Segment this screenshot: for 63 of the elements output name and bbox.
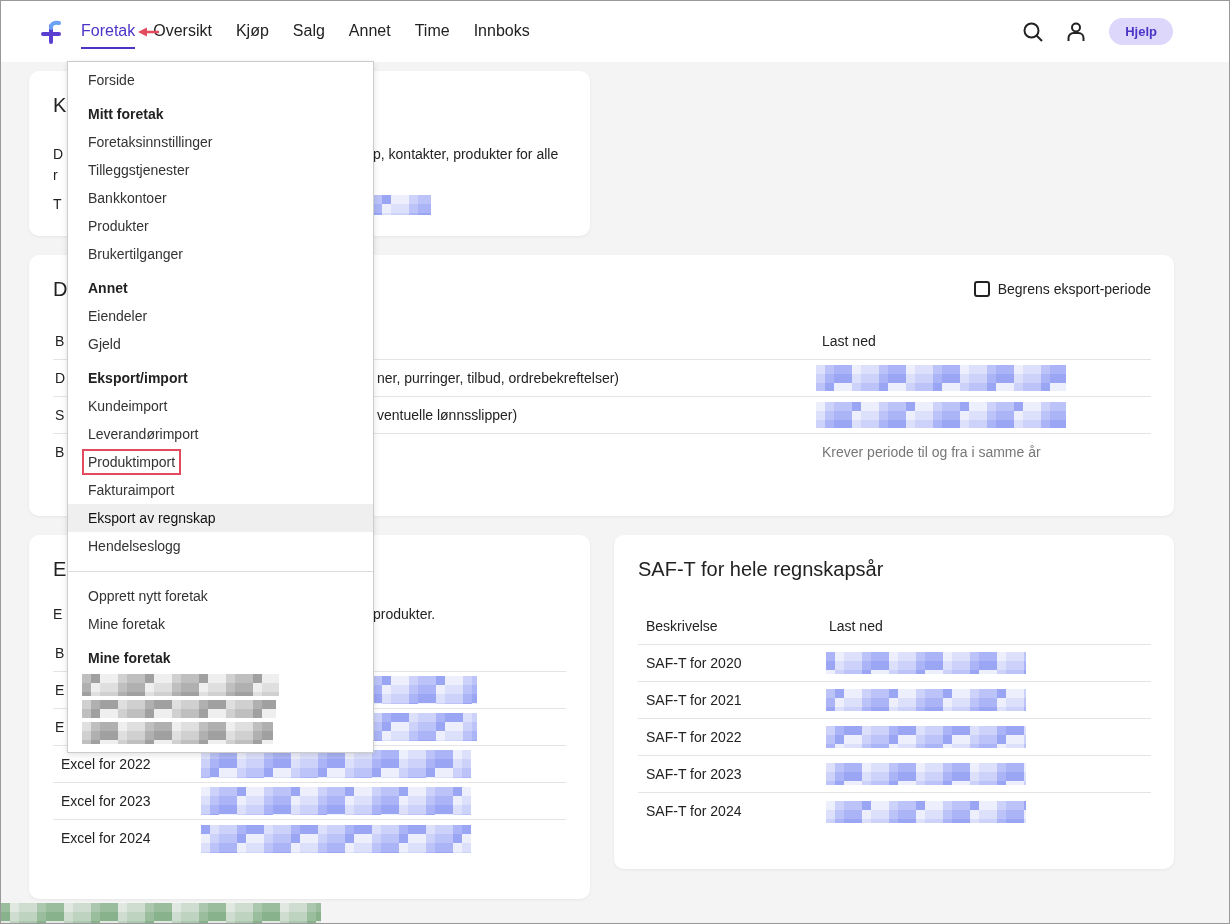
menu-item[interactable]: Eksport av regnskap: [68, 504, 373, 532]
menu-item[interactable]: Eiendeler: [68, 302, 373, 330]
table-cell: S: [55, 406, 65, 423]
checkbox[interactable]: [973, 281, 990, 297]
menu-item[interactable]: Foretaksinnstillinger: [68, 128, 373, 156]
menu-item[interactable]: Fakturaimport: [68, 476, 373, 504]
table-cell-text: SAF-T for 2023: [645, 764, 743, 784]
text-fragment: D: [53, 145, 64, 164]
table-cell-text: SAF-T for 2022: [645, 727, 743, 747]
text-fragment: p, kontakter, produkter for alle: [373, 145, 559, 164]
user-icon[interactable]: [1067, 21, 1086, 42]
card-title: D: [53, 277, 68, 301]
table-cell: B: [55, 444, 65, 460]
menu-item[interactable]: Bankkontoer: [68, 184, 373, 212]
column-header: B: [55, 332, 65, 349]
nav-tab[interactable]: Innboks: [473, 14, 530, 49]
menu-heading: Mitt foretak: [87, 105, 165, 124]
nav-tab[interactable]: Kjøp: [235, 14, 269, 49]
table-cell-text: ner, purringer, tilbud, ordrebekreftelser): [377, 368, 619, 388]
help-button[interactable]: Hjelp: [1109, 17, 1173, 46]
menu-heading: Annet: [87, 279, 129, 298]
menu-item[interactable]: Gjeld: [68, 330, 373, 358]
card-title: K: [53, 93, 67, 117]
text-fragment: T: [53, 195, 62, 214]
menu-item[interactable]: Mine foretak: [68, 610, 373, 638]
menu-item[interactable]: Produkter: [68, 212, 373, 240]
column-header: Last ned: [828, 616, 883, 636]
checkbox-label: Begrens eksport-periode: [997, 279, 1151, 299]
table-cell: Excel for 2022: [61, 755, 151, 772]
menu-item[interactable]: Leverandørimport: [68, 420, 373, 448]
text-fragment: r: [53, 166, 58, 185]
table-cell-text: Krever periode til og fra i samme år: [821, 444, 1041, 460]
search-icon[interactable]: [1023, 21, 1044, 42]
card-title: E: [53, 557, 67, 581]
menu-heading: Eksport/import: [87, 369, 189, 388]
table-cell: D: [55, 369, 66, 386]
menu-item[interactable]: Produktimport: [68, 448, 373, 476]
table-cell-text: SAF-T for 2021: [645, 690, 743, 710]
menu-item[interactable]: Tilleggstjenester: [68, 156, 373, 184]
nav-tab[interactable]: Annet: [348, 14, 391, 49]
menu-item[interactable]: Kundeimport: [68, 392, 373, 420]
menu-item[interactable]: Hendelseslogg: [68, 532, 373, 560]
nav-tab[interactable]: Foretak: [81, 14, 136, 49]
column-header: Last ned: [821, 331, 876, 351]
text-fragment: E: [53, 605, 63, 624]
table-cell: E: [55, 681, 65, 698]
menu-heading: Mine foretak: [87, 649, 172, 668]
nav-tab[interactable]: Salg: [292, 14, 325, 49]
card-title: SAF-T for hele regnskapsår: [638, 557, 884, 581]
table-cell-text: SAF-T for 2020: [645, 653, 743, 673]
table-cell: E: [55, 718, 65, 735]
column-header: B: [54, 643, 65, 663]
table-cell: Excel for 2024: [61, 830, 151, 846]
table-cell: Excel for 2023: [61, 792, 151, 809]
column-header: Beskrivelse: [645, 616, 719, 636]
table-cell-text: ventuelle lønnsslipper): [377, 405, 518, 425]
table-cell-text: SAF-T for 2024: [645, 802, 743, 821]
menu-item[interactable]: Forside: [68, 66, 373, 94]
text-fragment: produkter.: [373, 605, 436, 624]
nav-tab[interactable]: Time: [414, 14, 450, 49]
nav-tab[interactable]: Oversikt: [153, 14, 212, 49]
menu-item[interactable]: Brukertilganger: [68, 240, 373, 268]
menu-item[interactable]: Opprett nytt foretak: [68, 582, 373, 610]
